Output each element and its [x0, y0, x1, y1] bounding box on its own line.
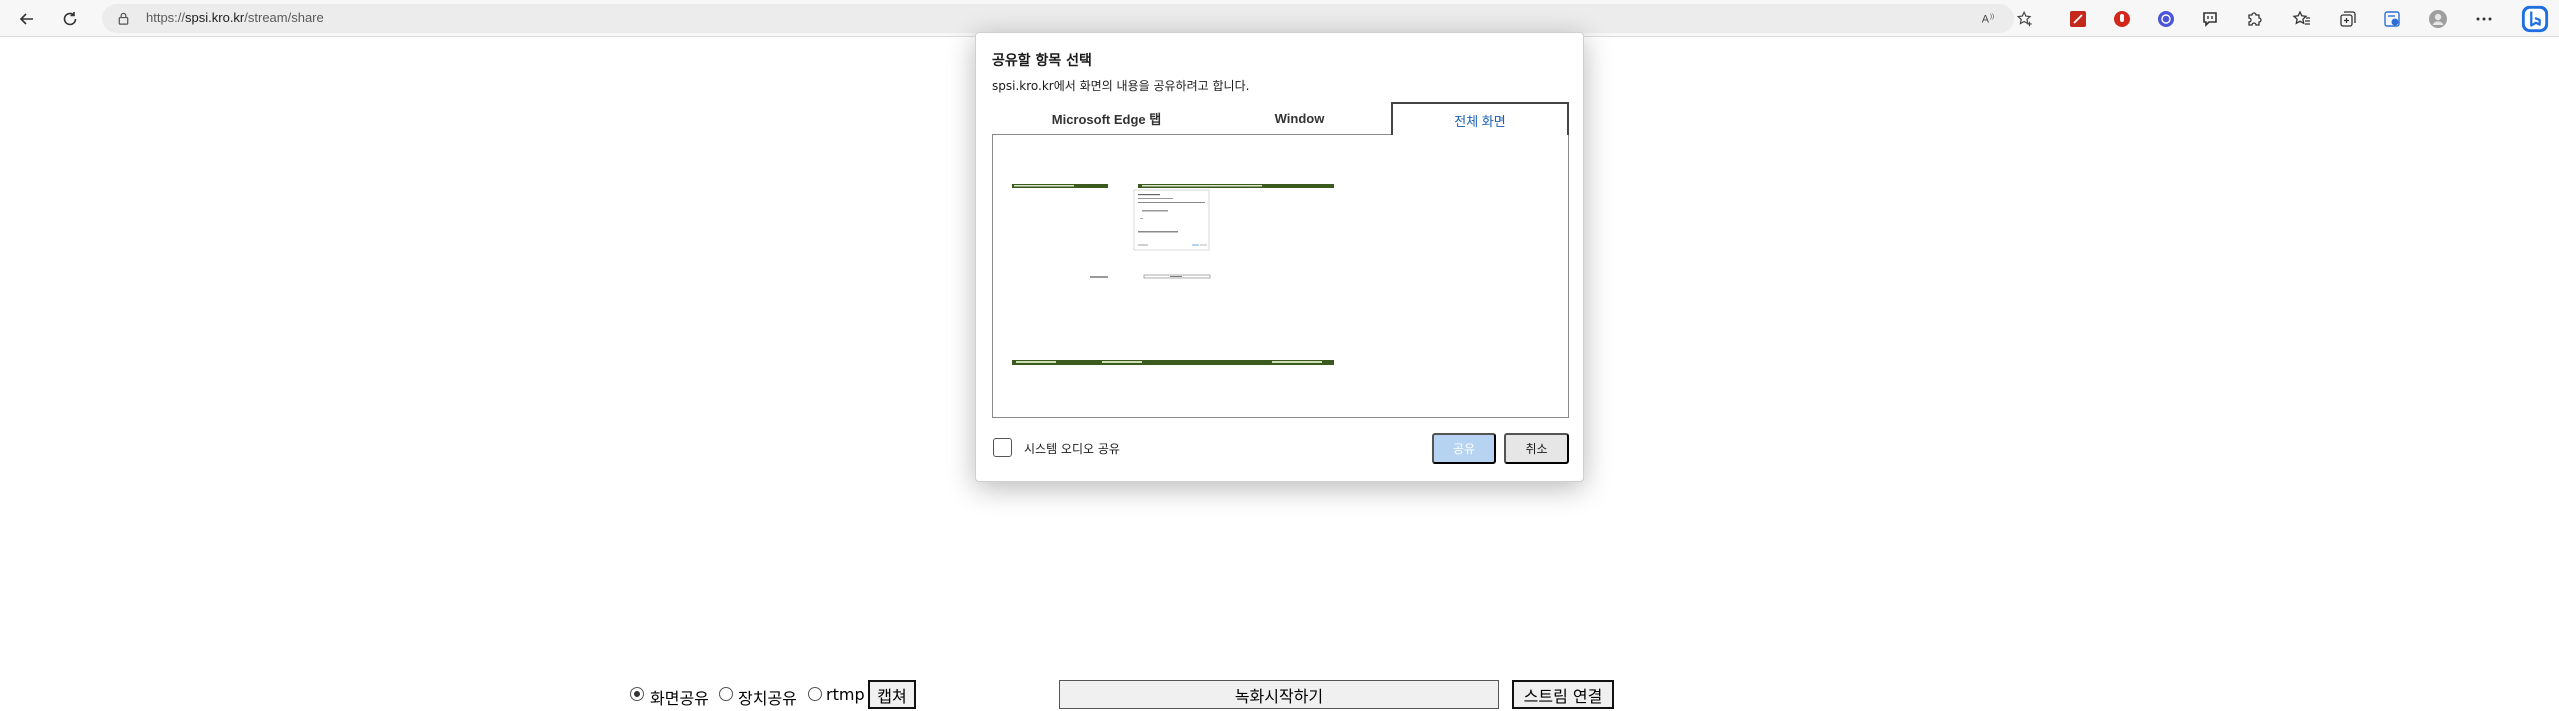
- svg-text:)): )): [1990, 13, 1994, 20]
- favorite-add-icon: [2016, 10, 2032, 27]
- extension-pdf-icon: [2070, 11, 2086, 27]
- read-aloud-icon: A)): [1982, 13, 1994, 26]
- more-button[interactable]: [2472, 7, 2496, 31]
- browser-essentials-icon: [2384, 11, 2400, 27]
- radio-screen-share[interactable]: [630, 687, 644, 701]
- record-start-button[interactable]: 녹화시작하기: [1059, 680, 1499, 709]
- extension-shield-button[interactable]: [2110, 7, 2134, 31]
- tab-edge-tabs[interactable]: Microsoft Edge 탭: [992, 102, 1221, 135]
- favorites-icon: [2292, 10, 2310, 25]
- read-aloud-button[interactable]: A)): [1978, 8, 2000, 30]
- profile-icon: [2429, 10, 2447, 28]
- screen-preview-area: [992, 135, 1569, 418]
- stream-connect-button[interactable]: 스트림 연결: [1512, 680, 1614, 709]
- share-picker-dialog: 공유할 항목 선택 spsi.kro.kr에서 화면의 내용을 공유하려고 합니…: [975, 32, 1584, 482]
- url-host: spsi.kro.kr: [185, 10, 245, 25]
- extensions-button[interactable]: [2242, 7, 2266, 31]
- collections-button[interactable]: [2336, 7, 2360, 31]
- dialog-title: 공유할 항목 선택: [992, 53, 1092, 69]
- extension-shield-icon: [2114, 11, 2130, 27]
- url-path: /stream/share: [244, 10, 324, 25]
- system-audio-label: 시스템 오디오 공유: [1024, 442, 1120, 456]
- favorite-add-button[interactable]: [2014, 8, 2036, 30]
- share-button[interactable]: 공유: [1432, 433, 1496, 464]
- extension-globe-button[interactable]: [2154, 7, 2178, 31]
- url-scheme: https://: [146, 10, 186, 25]
- more-icon: [2476, 17, 2492, 21]
- collections-icon: [2340, 11, 2356, 27]
- tab-window[interactable]: Window: [1221, 102, 1378, 135]
- svg-text:A: A: [1982, 14, 1990, 26]
- favorites-button[interactable]: [2290, 7, 2314, 31]
- tab-entire-screen[interactable]: 전체 화면: [1391, 102, 1569, 136]
- refresh-button[interactable]: [55, 4, 85, 34]
- extension-pdf-button[interactable]: [2066, 7, 2090, 31]
- browser-essentials-button[interactable]: [2380, 7, 2404, 31]
- back-icon: [19, 13, 33, 25]
- cancel-button[interactable]: 취소: [1504, 433, 1569, 464]
- lock-icon[interactable]: [116, 11, 131, 26]
- refresh-icon: [63, 12, 77, 26]
- address-bar[interactable]: https://spsi.kro.kr/stream/share A)): [102, 4, 2032, 33]
- extension-globe-icon: [2158, 11, 2174, 27]
- radio-screen-share-label: 화면공유: [650, 689, 709, 708]
- radio-device-share[interactable]: [719, 687, 733, 701]
- radio-rtmp[interactable]: [808, 687, 822, 701]
- radio-device-share-label: 장치공유: [738, 689, 797, 708]
- radio-rtmp-label: rtmp: [826, 685, 865, 704]
- profile-button[interactable]: [2426, 7, 2450, 31]
- capture-button[interactable]: 캡쳐: [868, 680, 916, 709]
- back-button[interactable]: [12, 4, 42, 34]
- bing-copilot-icon: [2521, 5, 2549, 33]
- extension-chat-button[interactable]: [2198, 7, 2222, 31]
- dialog-subtitle: spsi.kro.kr에서 화면의 내용을 공유하려고 합니다.: [992, 79, 1250, 93]
- system-audio-checkbox[interactable]: [993, 438, 1012, 457]
- screen-thumbnail[interactable]: [1012, 184, 1334, 365]
- share-source-tabs: Microsoft Edge 탭 Window 전체 화면: [992, 102, 1569, 136]
- url-text[interactable]: https://spsi.kro.kr/stream/share: [146, 10, 324, 25]
- bing-copilot-button[interactable]: [2520, 4, 2550, 34]
- extension-chat-icon: [2203, 12, 2217, 27]
- extensions-icon: [2248, 12, 2262, 26]
